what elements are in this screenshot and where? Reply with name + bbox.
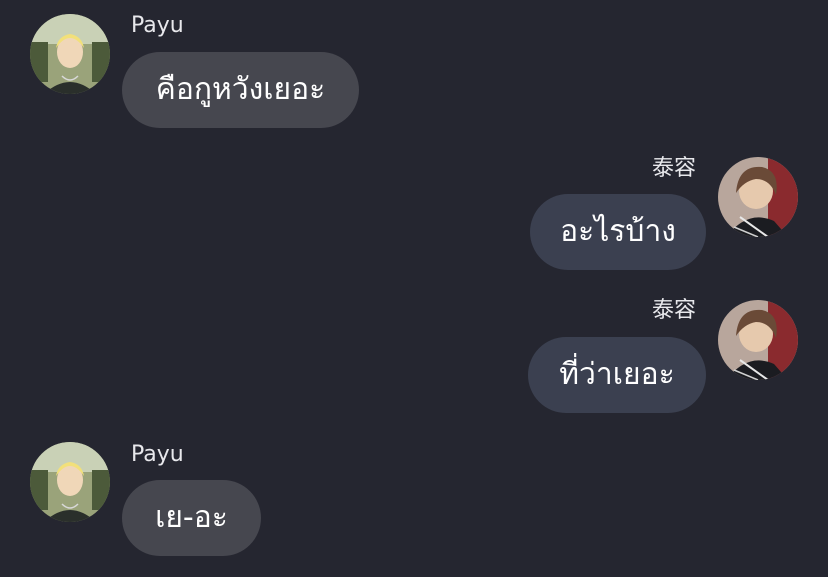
avatar[interactable] <box>718 300 798 380</box>
payu-avatar-image <box>30 14 110 94</box>
message-bubble[interactable]: คือกูหวังเยอะ <box>122 52 359 128</box>
message-bubble[interactable]: เย-อะ <box>122 480 261 556</box>
payu-avatar-image <box>30 442 110 522</box>
sender-name: 泰容 <box>651 156 696 181</box>
chat-thread: Payu คือกูหวังเยอะ 泰容 อะไรบ้าง 泰容 ที่ว่า… <box>0 0 828 577</box>
taeyong-avatar-image <box>718 300 798 380</box>
sender-name: 泰容 <box>651 298 696 323</box>
avatar[interactable] <box>30 442 110 522</box>
avatar[interactable] <box>718 157 798 237</box>
sender-name: Payu <box>131 13 184 38</box>
taeyong-avatar-image <box>718 157 798 237</box>
message-bubble[interactable]: อะไรบ้าง <box>530 194 706 270</box>
sender-name: Payu <box>131 442 184 467</box>
avatar[interactable] <box>30 14 110 94</box>
message-bubble[interactable]: ที่ว่าเยอะ <box>528 337 706 413</box>
